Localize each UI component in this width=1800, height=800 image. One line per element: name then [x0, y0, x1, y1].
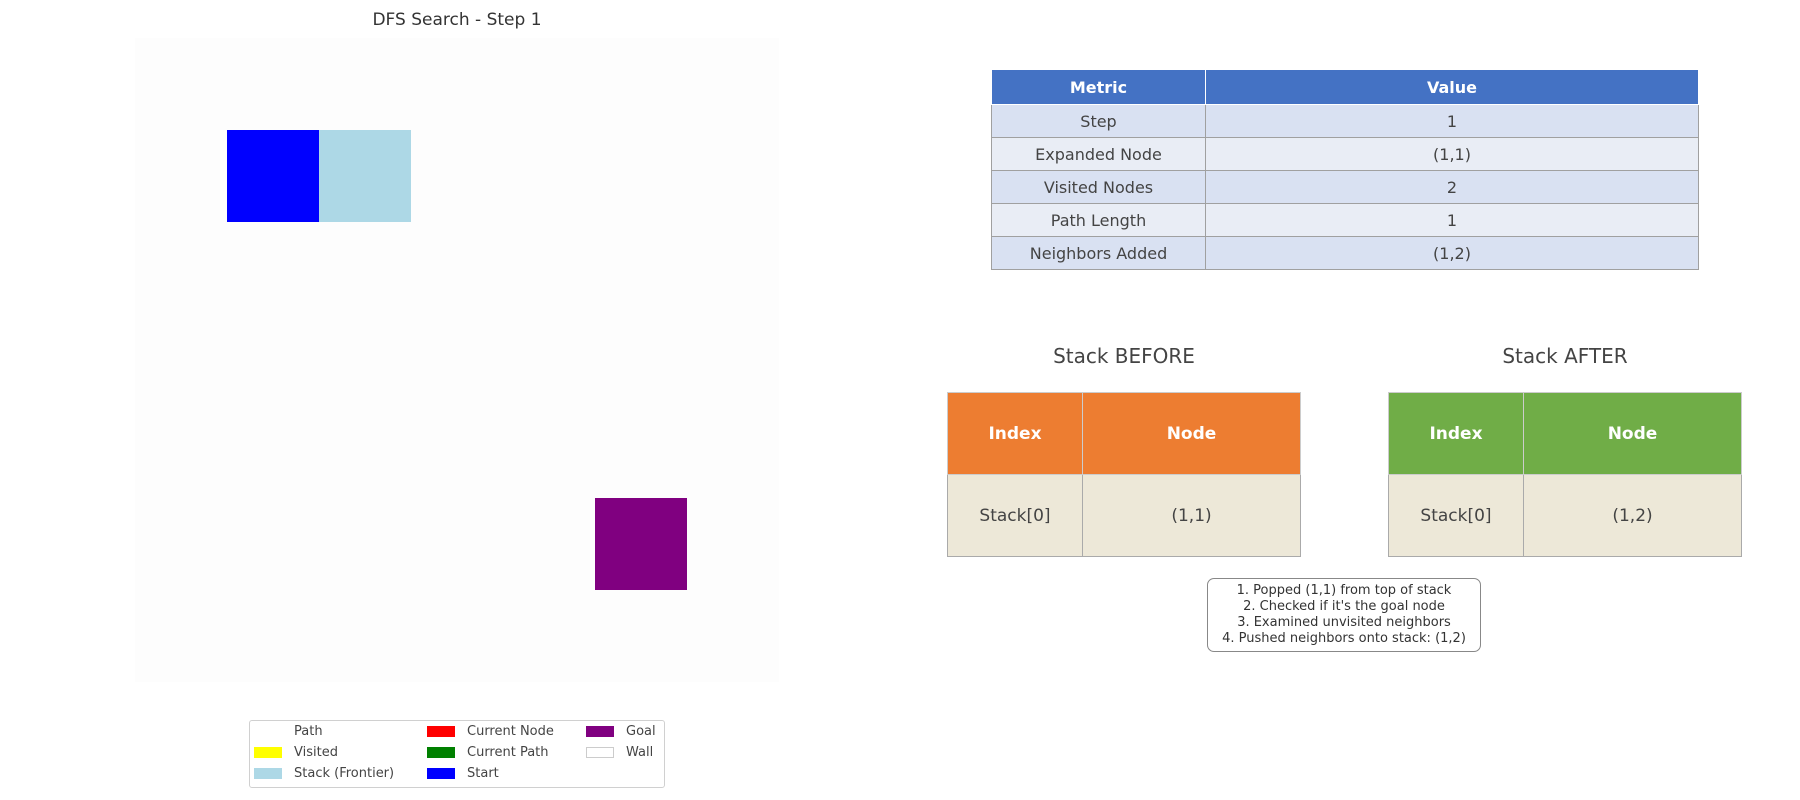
legend-label: Start: [467, 766, 499, 781]
step-line: 3. Examined unvisited neighbors: [1237, 615, 1451, 630]
metric-name: Step: [991, 104, 1206, 138]
legend-label: Goal: [626, 724, 656, 739]
step-line: 2. Checked if it's the goal node: [1243, 599, 1445, 614]
legend-swatch-stack: [254, 768, 282, 779]
legend-item-current-path: Current Path: [427, 744, 549, 761]
metrics-header-row: Metric Value: [991, 69, 1699, 105]
legend-swatch-path: [254, 726, 282, 737]
legend-label: Current Path: [467, 745, 549, 760]
stack-after-row: Stack[0] (1,2): [1388, 474, 1742, 557]
metrics-header-value: Value: [1205, 69, 1699, 105]
grid-cell-stack: [319, 130, 411, 222]
page-title: DFS Search - Step 1: [372, 10, 542, 30]
metric-value: (1,1): [1205, 137, 1699, 171]
metrics-row: Step 1: [991, 104, 1699, 138]
metric-name: Neighbors Added: [991, 236, 1206, 270]
step-line: 1. Popped (1,1) from top of stack: [1236, 583, 1452, 598]
legend-label: Visited: [294, 745, 338, 760]
step-line: 4. Pushed neighbors onto stack: (1,2): [1222, 631, 1466, 646]
metrics-row: Path Length 1: [991, 203, 1699, 237]
legend-item-current-node: Current Node: [427, 723, 554, 740]
metrics-table: Metric Value Step 1 Expanded Node (1,1) …: [991, 69, 1699, 270]
legend-item-goal: Goal: [586, 723, 656, 740]
legend-label: Path: [294, 724, 323, 739]
stack-before-node: (1,1): [1082, 474, 1301, 557]
legend-label: Stack (Frontier): [294, 766, 395, 781]
legend-swatch-goal: [586, 726, 614, 737]
metric-value: 1: [1205, 203, 1699, 237]
legend-swatch-visited: [254, 747, 282, 758]
stack-after-table: Index Node Stack[0] (1,2): [1388, 392, 1742, 557]
metric-value: (1,2): [1205, 236, 1699, 270]
grid-cell-goal: [595, 498, 687, 590]
stack-before-header-node: Node: [1082, 392, 1301, 475]
legend-item-wall: Wall: [586, 744, 653, 761]
legend-label: Current Node: [467, 724, 554, 739]
stack-after-header-row: Index Node: [1388, 392, 1742, 475]
metric-name: Visited Nodes: [991, 170, 1206, 204]
stack-before-header-index: Index: [947, 392, 1083, 475]
metrics-row: Expanded Node (1,1): [991, 137, 1699, 171]
maze-grid: [135, 38, 779, 682]
grid-cell-start: [227, 130, 319, 222]
stack-after-title: Stack AFTER: [1502, 344, 1628, 368]
step-explanation-box: 1. Popped (1,1) from top of stack 2. Che…: [1207, 578, 1481, 652]
legend: Path Visited Stack (Frontier) Current No…: [249, 720, 665, 788]
legend-item-stack: Stack (Frontier): [254, 765, 394, 782]
metric-value: 1: [1205, 104, 1699, 138]
metric-value: 2: [1205, 170, 1699, 204]
legend-swatch-start: [427, 768, 455, 779]
metrics-row: Visited Nodes 2: [991, 170, 1699, 204]
legend-label: Wall: [626, 745, 654, 760]
legend-swatch-current-path: [427, 747, 455, 758]
stack-before-title: Stack BEFORE: [1053, 344, 1195, 368]
stack-before-index: Stack[0]: [947, 474, 1083, 557]
legend-item-start: Start: [427, 765, 499, 782]
metrics-row: Neighbors Added (1,2): [991, 236, 1699, 270]
legend-item-path: Path: [254, 723, 323, 740]
legend-swatch-current-node: [427, 726, 455, 737]
stack-before-table: Index Node Stack[0] (1,1): [947, 392, 1301, 557]
stack-after-header-node: Node: [1523, 392, 1742, 475]
stack-before-row: Stack[0] (1,1): [947, 474, 1301, 557]
legend-item-visited: Visited: [254, 744, 338, 761]
legend-swatch-wall: [586, 747, 614, 758]
metrics-header-metric: Metric: [991, 69, 1206, 105]
stack-after-node: (1,2): [1523, 474, 1742, 557]
metric-name: Expanded Node: [991, 137, 1206, 171]
stack-after-header-index: Index: [1388, 392, 1524, 475]
metric-name: Path Length: [991, 203, 1206, 237]
stack-before-header-row: Index Node: [947, 392, 1301, 475]
stack-after-index: Stack[0]: [1388, 474, 1524, 557]
